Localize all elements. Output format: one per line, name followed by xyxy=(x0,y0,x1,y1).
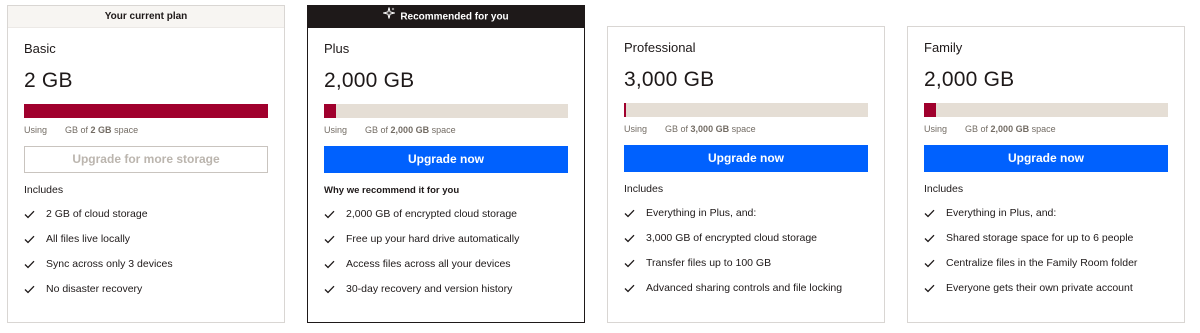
checkmark-icon xyxy=(324,285,346,294)
sparkle-icon xyxy=(381,6,397,28)
feature-item: 30-day recovery and version history xyxy=(324,277,568,302)
includes-heading: Includes xyxy=(624,183,664,195)
feature-item: Everything in Plus, and: xyxy=(624,201,868,226)
feature-item: 3,000 GB of encrypted cloud storage xyxy=(624,226,868,251)
feature-item: Free up your hard drive automatically xyxy=(324,227,568,252)
checkmark-icon xyxy=(924,209,946,218)
checkmark-icon xyxy=(624,284,646,293)
checkmark-icon xyxy=(924,259,946,268)
feature-list: 2,000 GB of encrypted cloud storage Free… xyxy=(324,202,568,302)
storage-usage-text: Using GB of 3,000 GB space xyxy=(624,124,756,134)
storage-usage-fill xyxy=(324,104,337,118)
storage-usage-fill xyxy=(924,103,937,117)
feature-item: Shared storage space for up to 6 people xyxy=(924,226,1168,251)
feature-item: Sync across only 3 devices xyxy=(24,252,268,277)
storage-usage-bar xyxy=(924,103,1168,117)
upgrade-now-button[interactable]: Upgrade now xyxy=(324,146,568,173)
checkmark-icon xyxy=(324,260,346,269)
storage-usage-fill xyxy=(24,104,268,118)
feature-item: Advanced sharing controls and file locki… xyxy=(624,276,868,301)
includes-heading: Includes xyxy=(924,183,964,195)
current-plan-banner: Your current plan xyxy=(8,6,284,28)
feature-item: Everything in Plus, and: xyxy=(924,201,1168,226)
storage-usage-text: Using GB of 2,000 GB space xyxy=(924,124,1056,134)
upgrade-more-storage-button[interactable]: Upgrade for more storage xyxy=(24,146,268,173)
plan-card-family: Family 2,000 GB Using GB of 2,000 GB spac… xyxy=(907,26,1185,323)
feature-list: Everything in Plus, and: Shared storage … xyxy=(924,201,1168,301)
checkmark-icon xyxy=(624,259,646,268)
storage-usage-bar xyxy=(24,104,268,118)
plan-card-professional: Professional 3,000 GB Using GB of 3,000 G… xyxy=(607,26,885,323)
plan-name: Basic xyxy=(24,41,56,56)
checkmark-icon xyxy=(24,285,46,294)
recommend-reason-heading: Why we recommend it for you xyxy=(324,185,460,196)
checkmark-icon xyxy=(624,209,646,218)
checkmark-icon xyxy=(24,260,46,269)
checkmark-icon xyxy=(924,284,946,293)
plan-name: Plus xyxy=(324,41,350,56)
checkmark-icon xyxy=(24,210,46,219)
feature-item: Centralize files in the Family Room fold… xyxy=(924,251,1168,276)
plan-name: Professional xyxy=(624,40,696,55)
storage-usage-text: Using GB of 2 GB space xyxy=(24,125,139,135)
storage-usage-bar xyxy=(324,104,568,118)
checkmark-icon xyxy=(24,235,46,244)
feature-item: All files live locally xyxy=(24,227,268,252)
feature-item: Access files across all your devices xyxy=(324,252,568,277)
feature-list: Everything in Plus, and: 3,000 GB of enc… xyxy=(624,201,868,301)
storage-usage-text: Using GB of 2,000 GB space xyxy=(324,125,456,135)
feature-item: Everyone gets their own private account xyxy=(924,276,1168,301)
feature-item: 2 GB of cloud storage xyxy=(24,202,268,227)
plan-card-basic: Your current plan Basic 2 GB Using GB of … xyxy=(7,5,285,323)
checkmark-icon xyxy=(624,234,646,243)
storage-usage-fill xyxy=(624,103,627,117)
upgrade-now-button[interactable]: Upgrade now xyxy=(624,145,868,172)
feature-item: No disaster recovery xyxy=(24,277,268,302)
storage-usage-bar xyxy=(624,103,868,117)
plan-name: Family xyxy=(924,40,963,55)
recommended-banner: Recommended for you xyxy=(308,6,584,28)
checkmark-icon xyxy=(324,210,346,219)
includes-heading: Includes xyxy=(24,184,64,196)
plan-storage-size: 2 GB xyxy=(24,69,73,92)
checkmark-icon xyxy=(924,234,946,243)
plan-storage-size: 2,000 GB xyxy=(924,68,1015,91)
feature-item: 2,000 GB of encrypted cloud storage xyxy=(324,202,568,227)
plan-storage-size: 2,000 GB xyxy=(324,69,415,92)
upgrade-now-button[interactable]: Upgrade now xyxy=(924,145,1168,172)
feature-list: 2 GB of cloud storage All files live loc… xyxy=(24,202,268,302)
plan-card-plus: Recommended for you Plus 2,000 GB Using G… xyxy=(307,5,585,323)
plan-storage-size: 3,000 GB xyxy=(624,68,715,91)
checkmark-icon xyxy=(324,235,346,244)
feature-item: Transfer files up to 100 GB xyxy=(624,251,868,276)
